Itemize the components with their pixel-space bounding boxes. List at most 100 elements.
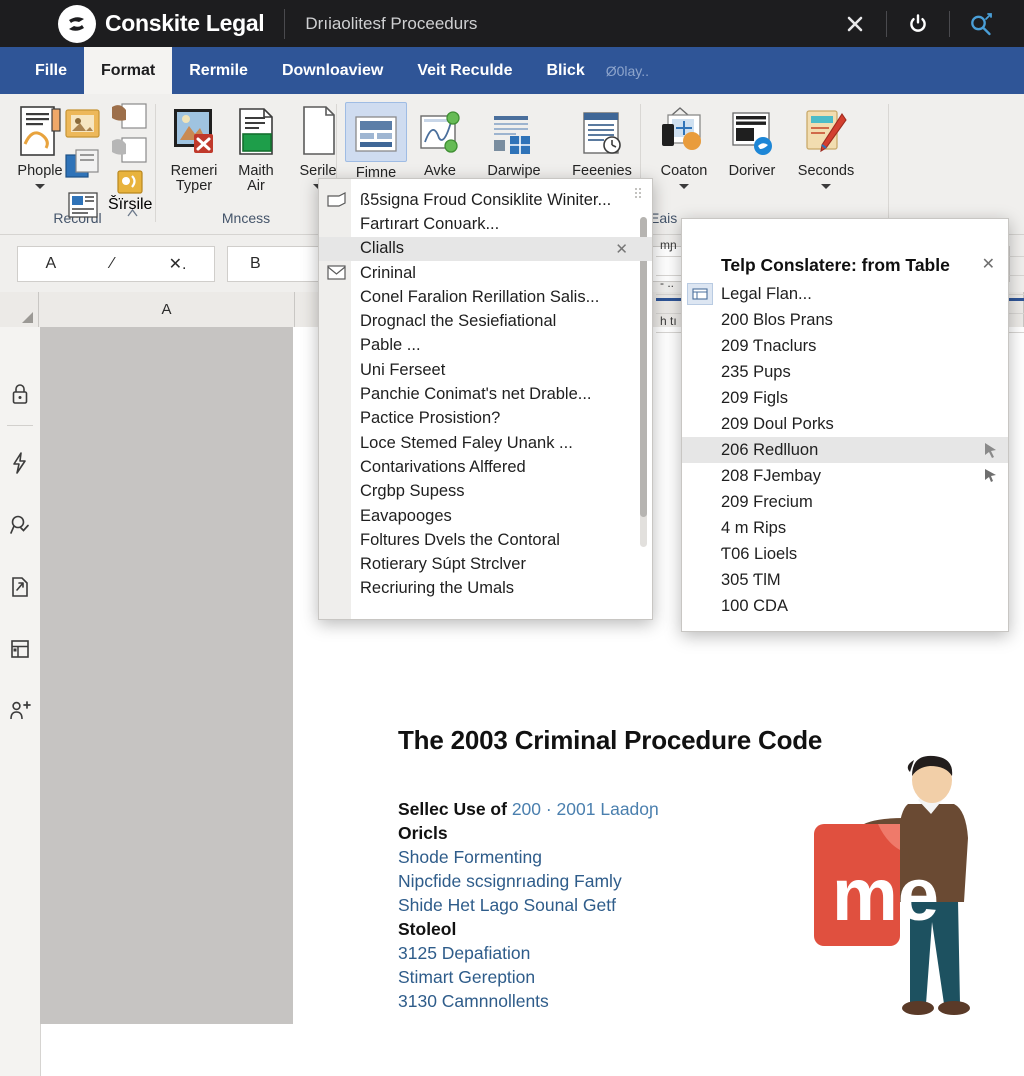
ribbon-tab-downloaview[interactable]: Downloaview [265,47,400,94]
ribbon-tab-rermile[interactable]: Rermile [172,47,265,94]
right-panel-item[interactable]: 206 Redlluon [682,437,1008,463]
left-panel-item-label: Panchie Conimat's net Drable... [360,385,592,404]
ribbon-group-separator [888,104,889,222]
ribbon-small-stack-1[interactable] [62,104,104,226]
left-panel-item[interactable]: Crgbp Supess [319,480,652,504]
ribbon-item-seconds[interactable]: Seconds [790,102,862,190]
ribbon-item-coaton[interactable]: Coaton [648,102,720,190]
brand-name: Conskite Legal [105,10,265,36]
left-panel-item[interactable]: Foltures Dvels the Contoral [319,528,652,552]
sidebar-item-lock[interactable] [5,379,35,409]
close-icon[interactable] [834,0,876,47]
copy-documents-icon [65,149,99,178]
ribbon-small-stack-2[interactable]: Šïrsile [108,100,152,214]
document-line-link[interactable]: 200 · 2001 Laadoɲ [512,799,659,819]
left-panel-item[interactable]: Conel Faralion Rerillation Salis... [319,285,652,309]
ribbon-item-fimne[interactable]: Fimne [340,102,412,181]
right-panel-item[interactable]: Ƭ06 Lioels [682,541,1008,567]
right-popup-panel[interactable]: Telp Conslatere: from Table ✕ Legal Flan… [681,218,1009,632]
document-line[interactable]: Shode Formenting [398,845,659,869]
left-panel-item[interactable]: Drognacl the Sesiefiational [319,309,652,333]
right-panel-item-label: 200 Blos Prans [721,310,833,329]
left-panel-item[interactable]: Recriuring the Umals [319,577,652,601]
right-panel-item[interactable]: 200 Blos Prans [682,307,1008,333]
document-pen-icon [16,102,64,160]
column-header-a[interactable]: A [39,292,295,327]
left-panel-item[interactable]: Fartırart Conʋark... [319,212,652,236]
ribbon-tab-fille[interactable]: Fille [18,47,84,94]
chevron-down-icon[interactable] [35,184,45,190]
left-panel-list: ß5signa Froud Consiklite Winiter... Fartı… [319,188,652,601]
left-panel-item[interactable]: Pable ... [319,334,652,358]
document-line[interactable]: 3130 Camnnollents [398,989,659,1013]
sidebar-item-table[interactable] [5,634,35,664]
close-icon[interactable]: ✕ [982,254,995,274]
chevron-down-icon[interactable] [821,184,831,190]
sidebar-item-bolt[interactable] [5,448,35,478]
cursor-secondary-icon [983,467,999,488]
left-panel-item[interactable]: Pactice Prosistion? [319,407,652,431]
ribbon-item-doriver[interactable]: Doriver [716,102,788,179]
document-table-icon [488,102,540,160]
ribbon-item-label: Doriver [728,163,776,179]
document-line[interactable]: Shide Het Lago Sounal Getf [398,893,659,917]
ribbon-tab-bar: Fille Format Rermile Downloaview Veit Reculd… [0,47,1024,94]
left-panel-item-label: Pactice Prosistion? [360,409,501,428]
left-panel-item-label: Uni Ferseet [360,360,446,379]
ribbon-tab-format[interactable]: Format [84,47,173,94]
right-panel-item[interactable]: 209 Figls [682,385,1008,411]
sidebar-item-search[interactable] [5,510,35,540]
right-panel-item[interactable]: 209 Frecium [682,489,1008,515]
ribbon-item-avke[interactable]: Avke [404,102,476,179]
left-panel-item[interactable]: Rotierary Súpt Strclver [319,552,652,576]
ribbon-item-label: Seconds [797,163,855,179]
close-icon[interactable]: ✕ [615,240,628,258]
document-line[interactable]: Sellec Use of 200 · 2001 Laadoɲ [398,797,659,821]
left-panel-item-label: Rotierary Súpt Strclver [360,555,526,574]
function-icon[interactable]: ✕. [169,254,187,274]
right-panel-item[interactable]: 100 CDA [682,593,1008,619]
power-icon[interactable] [897,0,939,47]
left-popup-panel[interactable]: ß5signa Froud Consiklite Winiter... Fartı… [318,178,653,620]
search-icon[interactable] [960,0,1002,47]
document-line[interactable]: 3125 Depafiation [398,941,659,965]
right-panel-item[interactable]: 305 ƬlM [682,567,1008,593]
bolt-icon [13,452,26,474]
left-panel-item[interactable]: Crininal [319,261,652,285]
right-panel-item[interactable]: 209 Doul Porks [682,411,1008,437]
document-line[interactable]: Nipcfide scsignrıading Famly [398,869,659,893]
left-panel-item[interactable]: Loce Stemed Faley Unank ... [319,431,652,455]
left-panel-item[interactable]: Eavapooges [319,504,652,528]
right-panel-item-label: 209 Frecium [721,492,813,511]
select-all-corner[interactable] [0,292,39,327]
left-panel-item-label: ß5signa Froud Consiklite Winiter... [360,190,612,209]
ribbon-item-darwipe[interactable]: Darwipe [478,102,550,179]
name-box[interactable]: A ∕ ✕. [17,245,215,282]
ribbon-tab--0lay-[interactable]: Ø0lay.. [602,47,666,94]
ribbon-item-feeenies[interactable]: Feeenies [566,102,638,179]
ribbon-tab-veit-reculde[interactable]: Veit Reculde [400,47,529,94]
right-panel-item[interactable]: 208 FJembay [682,463,1008,489]
ribbon-group-label: Mncess [221,210,271,226]
page-title: The 2003 Criminal Procedure Code [398,725,823,755]
left-panel-item[interactable]: Panchie Conimat's net Drable... [319,382,652,406]
right-panel-item-label: 209 Ƭnaclurs [721,336,817,355]
sidebar-item-adduser[interactable] [5,696,35,726]
ribbon-tab-blick[interactable]: Blick [529,47,601,94]
sidebar-item-export[interactable] [5,572,35,602]
document-body: Sellec Use of 200 · 2001 Laadoɲ Oricls Sho… [398,797,659,1013]
right-panel-item-label: 305 ƬlM [721,570,781,589]
left-panel-item[interactable]: Uni Ferseet [319,358,652,382]
left-panel-item[interactable]: Clialls ✕ [319,236,652,261]
right-panel-item[interactable]: Legal Flan... [682,281,1008,307]
chevron-down-icon[interactable] [679,184,689,190]
right-panel-item[interactable]: 209 Ƭnaclurs [682,333,1008,359]
action-divider-1 [886,10,887,37]
right-panel-item[interactable]: 4 m Rips [682,515,1008,541]
document-line[interactable]: Stimart Gereption [398,965,659,989]
document-green-icon [232,102,280,160]
right-panel-item[interactable]: 235 Pups [682,359,1008,385]
left-panel-item[interactable]: Contarivations Alffered [319,455,652,479]
cancel-icon[interactable]: ∕ [111,255,114,273]
left-panel-item[interactable]: ß5signa Froud Consiklite Winiter... [319,188,652,212]
